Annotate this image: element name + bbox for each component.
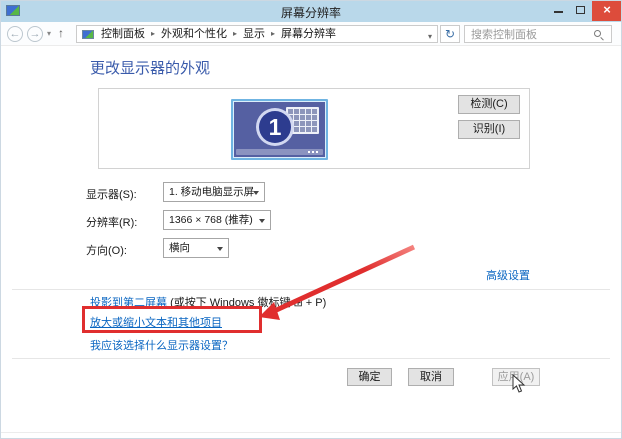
history-dropdown[interactable]: ▾ [47, 29, 51, 38]
taskbar-dots-icon [316, 151, 318, 153]
maximize-button[interactable] [570, 0, 592, 21]
breadcrumb-item-appearance[interactable]: 外观和个性化 [159, 27, 229, 42]
chevron-down-icon [217, 247, 223, 251]
close-button[interactable]: × [592, 0, 622, 21]
detect-button[interactable]: 检测(C) [458, 95, 520, 114]
breadcrumb-separator: ▸ [147, 29, 159, 38]
breadcrumb-item-display[interactable]: 显示 [241, 27, 267, 42]
separator [12, 289, 610, 290]
project-second-screen-link[interactable]: 投影到第二屏幕 [90, 297, 167, 309]
minimize-icon [554, 11, 563, 13]
forward-button[interactable]: → [27, 26, 43, 42]
advanced-settings-row: 高级设置 [98, 267, 530, 283]
advanced-settings-link[interactable]: 高级设置 [486, 270, 530, 282]
identify-button[interactable]: 识别(I) [458, 120, 520, 139]
breadcrumb[interactable]: 控制面板▸外观和个性化▸显示▸屏幕分辨率 ▾ [76, 25, 438, 43]
resolution-label: 分辨率(R): [86, 214, 137, 230]
control-panel-icon [82, 30, 94, 39]
search-icon [594, 30, 601, 37]
monitor-number-badge: 1 [256, 108, 294, 146]
refresh-button[interactable]: ↻ [440, 25, 460, 43]
make-text-larger-link[interactable]: 放大或缩小文本和其他项目 [90, 317, 222, 329]
address-dropdown-icon[interactable]: ▾ [428, 32, 432, 41]
display-select[interactable]: 1. 移动电脑显示屏 [163, 182, 265, 202]
back-icon: ← [10, 28, 21, 40]
window-bottom-edge [0, 432, 622, 433]
breadcrumb-item-screen-resolution[interactable]: 屏幕分辨率 [279, 27, 338, 42]
dpi-scaling-row: 放大或缩小文本和其他项目 [90, 314, 222, 330]
back-button[interactable]: ← [7, 26, 23, 42]
page-title: 更改显示器的外观 [90, 57, 210, 78]
resolution-select[interactable]: 1366 × 768 (推荐) [163, 210, 271, 230]
orientation-select-value: 横向 [169, 242, 190, 254]
search-box [464, 25, 612, 43]
minimize-button[interactable] [548, 0, 570, 21]
maximize-icon [576, 6, 585, 14]
help-row: 我应该选择什么显示器设置？ [90, 337, 233, 353]
navigation-bar: ← → ▾ ↑ 控制面板▸外观和个性化▸显示▸屏幕分辨率 ▾ ↻ [0, 22, 622, 46]
project-shortcut-hint: (或按下 Windows 徽标键 ⊞ + P) [170, 297, 326, 309]
close-icon: × [603, 2, 611, 17]
display-select-value: 1. 移动电脑显示屏 [169, 186, 254, 198]
orientation-label: 方向(O): [86, 242, 127, 258]
breadcrumb-item-control-panel[interactable]: 控制面板 [99, 27, 147, 42]
breadcrumb-separator: ▸ [267, 29, 279, 38]
forward-icon: → [30, 28, 41, 40]
chevron-down-icon [259, 219, 265, 223]
cancel-button[interactable]: 取消 [408, 368, 454, 386]
search-input[interactable] [465, 26, 591, 42]
display-settings-help-link[interactable]: 我应该选择什么显示器设置？ [90, 340, 233, 352]
display-label: 显示器(S): [86, 186, 137, 202]
resolution-select-value: 1366 × 768 (推荐) [169, 214, 253, 226]
monitor-taskbar [236, 149, 323, 155]
separator [12, 358, 610, 359]
project-second-screen-row: 投影到第二屏幕 (或按下 Windows 徽标键 ⊞ + P) [90, 294, 326, 310]
window-title: 屏幕分辨率 [0, 4, 622, 21]
annotation-arrow [250, 240, 425, 330]
title-bar: 屏幕分辨率 × [0, 0, 622, 22]
chevron-down-icon [253, 191, 259, 195]
apply-button-disabled: 应用(A) [492, 368, 540, 386]
up-button[interactable]: ↑ [58, 26, 64, 40]
refresh-icon: ↻ [445, 27, 455, 41]
ok-button[interactable]: 确定 [347, 368, 392, 386]
monitor-1-thumbnail[interactable]: 1 [231, 99, 328, 160]
orientation-select[interactable]: 横向 [163, 238, 229, 258]
breadcrumb-separator: ▸ [229, 29, 241, 38]
